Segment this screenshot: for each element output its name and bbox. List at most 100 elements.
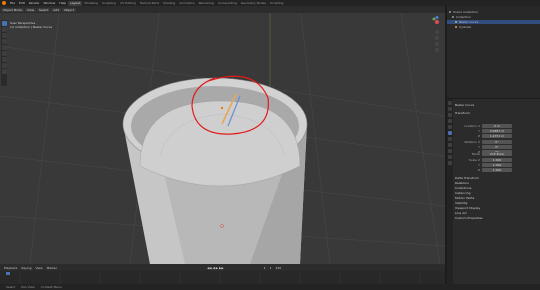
tool-shelf <box>1 20 7 86</box>
outliner-row-scene-collection[interactable]: Scene Collection <box>447 10 540 14</box>
section-line-art[interactable]: Line Art <box>455 211 467 215</box>
scale-z-row: Z 1.000 <box>455 168 512 172</box>
end-frame-field[interactable]: 250 <box>276 266 282 270</box>
section-delta-transform[interactable]: Delta Transform <box>455 176 479 180</box>
object-name-field[interactable]: Bezier Curve <box>455 103 474 107</box>
outliner-row-label: Collection <box>456 15 471 19</box>
select-menu[interactable]: Select <box>37 7 51 12</box>
location-z-field[interactable]: 1.4371 m <box>482 134 512 138</box>
scale-tool-icon[interactable] <box>1 45 7 50</box>
menu-help[interactable]: Help <box>59 1 66 5</box>
outliner-row-bezier-curve[interactable]: Bezier Curve <box>447 20 540 24</box>
workspace-tab-animation[interactable]: Animation <box>177 1 196 6</box>
location-x-field[interactable]: 0 m <box>482 124 512 128</box>
annotate-tool-icon[interactable] <box>1 57 7 62</box>
outliner-row-label: Scene Collection <box>453 10 478 14</box>
play-controls-icon[interactable]: ◀◀ ◀ ▶ ▶▶ <box>207 266 224 270</box>
y-axis-gizmo-icon[interactable] <box>432 17 436 21</box>
measure-tool-icon[interactable] <box>1 63 7 68</box>
scale-y-row: Y 1.000 <box>455 163 512 167</box>
add-cube-tool-icon[interactable] <box>1 69 7 74</box>
data-tab-icon[interactable] <box>448 155 452 159</box>
rotation-x-field[interactable]: 0° <box>482 140 512 144</box>
physics-tab-icon[interactable] <box>448 143 452 147</box>
rotation-y-field[interactable]: 0° <box>482 145 512 149</box>
pan-icon[interactable] <box>435 36 439 40</box>
menu-file[interactable]: File <box>10 1 15 5</box>
playback-menu[interactable]: Playback <box>4 266 17 270</box>
menu-render[interactable]: Render <box>29 1 40 5</box>
outliner-row-label: Cylinder <box>459 25 472 29</box>
section-collections[interactable]: Collections <box>455 186 471 190</box>
keying-menu[interactable]: Keying <box>21 266 31 270</box>
x-axis-gizmo-icon[interactable] <box>435 20 439 24</box>
marker-menu[interactable]: Marker <box>47 266 57 270</box>
rotation-mode-dropdown[interactable]: XYZ Euler <box>482 152 512 156</box>
rotation-mode-label: Mode <box>471 152 480 156</box>
3d-viewport[interactable] <box>0 6 445 264</box>
world-tab-icon[interactable] <box>448 125 452 129</box>
material-tab-icon[interactable] <box>448 161 452 165</box>
viewport-header: Object Mode View Select Add Object <box>0 6 445 13</box>
section-motion-paths[interactable]: Motion Paths <box>455 196 474 200</box>
view-menu[interactable]: View <box>24 7 37 12</box>
workspace-tab-shading[interactable]: Shading <box>161 1 177 6</box>
workspace-tab-modeling[interactable]: Modeling <box>82 1 100 6</box>
location-y-field[interactable]: 0.9857 m <box>482 129 512 133</box>
viewport-info-overlay: User Perspective (1) Collection | Bezier… <box>10 21 52 29</box>
view-menu-timeline[interactable]: View <box>35 266 42 270</box>
camera-view-icon[interactable] <box>435 42 439 46</box>
scene-tab-icon[interactable] <box>448 119 452 123</box>
location-y-row: Y 0.9857 m <box>455 129 512 133</box>
section-viewport-display[interactable]: Viewport Display <box>455 206 480 210</box>
output-tab-icon[interactable] <box>448 113 452 117</box>
section-custom-properties[interactable]: Custom Properties <box>455 216 483 220</box>
workspace-tab-rendering[interactable]: Rendering <box>197 1 216 6</box>
workspace-tab-scripting[interactable]: Scripting <box>268 1 285 6</box>
section-relations[interactable]: Relations <box>455 181 469 185</box>
section-instancing[interactable]: Instancing <box>455 191 471 195</box>
playhead-icon[interactable] <box>6 272 10 275</box>
constraints-tab-icon[interactable] <box>448 149 452 153</box>
outliner-row-collection[interactable]: Collection <box>447 15 540 19</box>
render-tab-icon[interactable] <box>448 107 452 111</box>
current-frame-field[interactable]: 1 <box>264 266 266 270</box>
object-mode-dropdown[interactable]: Object Mode <box>1 7 24 12</box>
workspace-tab-layout[interactable]: Layout <box>68 0 83 6</box>
perspective-toggle-icon[interactable] <box>435 48 439 52</box>
menu-window[interactable]: Window <box>44 1 56 5</box>
workspace-tab-uv-editing[interactable]: UV Editing <box>118 1 138 6</box>
zoom-icon[interactable] <box>435 30 439 34</box>
blender-logo-icon[interactable] <box>2 1 6 5</box>
workspace-tab-texture-paint[interactable]: Texture Paint <box>138 1 161 6</box>
tool-tab-icon[interactable] <box>448 101 452 105</box>
scale-x-field[interactable]: 1.000 <box>482 158 512 162</box>
add-menu[interactable]: Add <box>51 7 62 12</box>
section-visibility[interactable]: Visibility <box>455 201 468 205</box>
navigation-gizmo[interactable] <box>430 16 444 56</box>
transform-tool-icon[interactable] <box>1 51 7 56</box>
scale-z-field[interactable]: 1.000 <box>482 168 512 172</box>
scale-x-row: Scale X 1.000 <box>455 158 512 162</box>
modifier-tab-icon[interactable] <box>448 137 452 141</box>
menu-edit[interactable]: Edit <box>19 1 25 5</box>
cursor-tool-icon[interactable] <box>1 27 7 32</box>
workspace-tab-geometry-nodes[interactable]: Geometry Nodes <box>239 1 268 6</box>
select-box-tool-icon[interactable] <box>1 21 7 26</box>
object-menu[interactable]: Object <box>62 7 76 12</box>
workspace-tab-sculpting[interactable]: Sculpting <box>100 1 118 6</box>
scale-y-field[interactable]: 1.000 <box>482 163 512 167</box>
rotate-tool-icon[interactable] <box>1 39 7 44</box>
scale-z-label: Z <box>477 168 480 172</box>
object-tab-icon[interactable] <box>448 131 452 135</box>
transform-panel-header[interactable]: Transform <box>455 111 470 115</box>
scale-label: Scale X <box>468 158 480 162</box>
start-frame-field[interactable]: 1 <box>270 266 272 270</box>
outliner-row-cylinder[interactable]: Cylinder <box>447 25 540 29</box>
workspace-tab-compositing[interactable]: Compositing <box>216 1 239 6</box>
location-z-row: Z 1.4371 m <box>455 134 512 138</box>
z-axis-gizmo-icon[interactable] <box>435 16 439 19</box>
move-tool-icon[interactable] <box>1 33 7 38</box>
viewport-scene[interactable] <box>0 6 445 264</box>
location-z-label: Z <box>477 134 480 138</box>
